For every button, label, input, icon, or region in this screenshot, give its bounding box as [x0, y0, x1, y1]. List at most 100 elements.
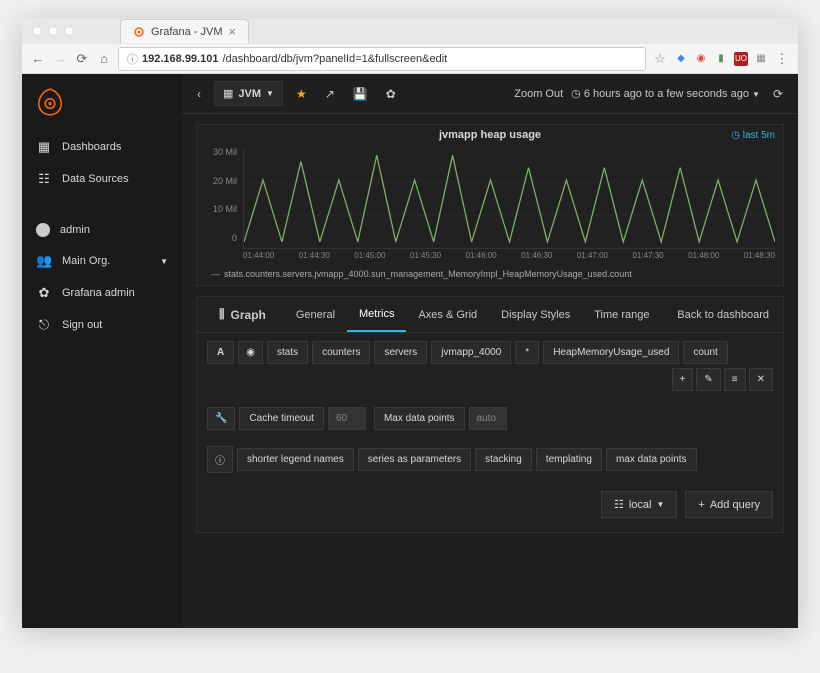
gear-icon: ✿: [36, 285, 52, 301]
query-seg[interactable]: HeapMemoryUsage_used: [543, 341, 679, 364]
grid-icon: ▦: [36, 139, 52, 155]
editor-tabs: ⫼ Graph General Metrics Axes & Grid Disp…: [197, 297, 783, 333]
ext-icon-5[interactable]: ▦: [754, 52, 768, 66]
query-seg[interactable]: jvmapp_4000: [431, 341, 511, 364]
database-icon: ☷: [36, 171, 52, 187]
sidebar-item-label: Dashboards: [62, 141, 121, 153]
settings-icon[interactable]: ✿: [381, 83, 401, 105]
hint-link[interactable]: templating: [536, 448, 602, 471]
tab-axes[interactable]: Axes & Grid: [406, 299, 489, 331]
grid-icon: ▦: [223, 87, 233, 100]
chart-legend[interactable]: —stats.counters.servers.jvmapp_4000.sun_…: [197, 265, 783, 285]
traffic-close[interactable]: [32, 26, 42, 36]
refresh-icon[interactable]: ⟳: [768, 83, 788, 105]
datasource-picker[interactable]: ☷ local ▼: [601, 491, 677, 518]
hint-link[interactable]: shorter legend names: [237, 448, 354, 471]
sidebar-item-label: Main Org.: [62, 255, 110, 267]
url-host: 192.168.99.101: [142, 53, 218, 65]
time-range-label: 6 hours ago to a few seconds ago: [584, 88, 749, 100]
chart-panel: jvmapp heap usage ◷ last 5m 30 Mil20 Mil…: [196, 124, 784, 286]
panel-editor: ⫼ Graph General Metrics Axes & Grid Disp…: [196, 296, 784, 533]
tab-general[interactable]: General: [284, 299, 347, 331]
sidebar-item-admin[interactable]: admin: [22, 215, 182, 245]
query-letter[interactable]: A: [207, 341, 234, 364]
panel-time-link[interactable]: ◷ last 5m: [731, 130, 775, 141]
bars-icon: ⫼: [219, 307, 225, 322]
menu-icon[interactable]: ≡: [724, 368, 746, 391]
share-icon[interactable]: ↗: [320, 83, 340, 105]
save-icon[interactable]: 💾: [348, 83, 373, 105]
topbar: ‹ ▦ JVM ▼ ★ ↗ 💾 ✿ Zoom Out ◷ 6 hours ago…: [182, 74, 798, 114]
url-field[interactable]: ⓘ 192.168.99.101/dashboard/db/jvm?panelI…: [118, 47, 646, 71]
ext-icon-3[interactable]: ▮: [714, 52, 728, 66]
sidebar-item-label: Data Sources: [62, 173, 129, 185]
remove-icon[interactable]: ✕: [749, 368, 773, 391]
tab-metrics[interactable]: Metrics: [347, 298, 406, 332]
home-icon[interactable]: ⌂: [96, 51, 112, 66]
max-data-points-label: Max data points: [374, 407, 465, 430]
add-query-button[interactable]: + Add query: [685, 491, 773, 518]
info-icon: ⓘ: [127, 51, 138, 67]
hint-link[interactable]: series as parameters: [358, 448, 471, 471]
grafana-logo-icon[interactable]: [34, 86, 66, 118]
dashboard-picker[interactable]: ▦ JVM ▼: [214, 81, 283, 106]
sidebar-item-signout[interactable]: ⎋ Sign out: [22, 309, 182, 341]
back-icon[interactable]: ←: [30, 51, 46, 66]
chart-area[interactable]: 30 Mil20 Mil10 Mil0 01:44:0001:44:3001:4…: [197, 145, 783, 265]
tab-title: Grafana - JVM: [151, 26, 223, 38]
cache-timeout-input[interactable]: 60: [328, 407, 366, 430]
back-to-dashboard-link[interactable]: Back to dashboard: [673, 299, 773, 331]
sidebar-item-dashboards[interactable]: ▦ Dashboards: [22, 131, 182, 163]
query-seg[interactable]: servers: [374, 341, 427, 364]
ext-icon-2[interactable]: ◉: [694, 52, 708, 66]
hint-link[interactable]: stacking: [475, 448, 532, 471]
browser-tab[interactable]: Grafana - JVM ×: [120, 19, 249, 43]
x-axis: 01:44:0001:44:3001:45:0001:45:3001:46:00…: [243, 249, 775, 262]
wrench-icon[interactable]: 🔧: [207, 407, 235, 430]
plus-icon: +: [698, 499, 704, 511]
max-data-points-input[interactable]: auto: [469, 407, 507, 430]
info-icon: ⓘ: [207, 446, 233, 473]
hint-link[interactable]: max data points: [606, 448, 697, 471]
traffic-max[interactable]: [64, 26, 74, 36]
ext-icon-1[interactable]: ◆: [674, 52, 688, 66]
database-icon: ☷: [614, 498, 624, 511]
sidebar-item-label: Sign out: [62, 319, 102, 331]
time-range-picker[interactable]: ◷ 6 hours ago to a few seconds ago ▼: [571, 87, 760, 100]
close-icon[interactable]: ×: [229, 24, 237, 39]
sidebar: ▦ Dashboards ☷ Data Sources admin 👥 Main…: [22, 74, 182, 628]
panel-title: jvmapp heap usage: [439, 129, 541, 141]
chevron-down-icon: ▼: [656, 500, 664, 509]
sidebar-item-grafana-admin[interactable]: ✿ Grafana admin: [22, 277, 182, 309]
y-axis: 30 Mil20 Mil10 Mil0: [197, 145, 241, 245]
tab-display[interactable]: Display Styles: [489, 299, 582, 331]
zoom-out-button[interactable]: Zoom Out: [514, 88, 563, 100]
dashboard-name: JVM: [238, 88, 261, 100]
eye-icon[interactable]: ◉: [238, 341, 263, 364]
sidebar-item-org[interactable]: 👥 Main Org. ▼: [22, 245, 182, 277]
plus-icon[interactable]: +: [672, 368, 694, 391]
browser-title-bar: Grafana - JVM ×: [22, 18, 798, 44]
chevron-left-icon[interactable]: ‹: [192, 83, 206, 105]
query-seg[interactable]: stats: [267, 341, 308, 364]
query-seg[interactable]: *: [515, 341, 539, 364]
ext-icon-4[interactable]: UO: [734, 52, 748, 66]
traffic-min[interactable]: [48, 26, 58, 36]
menu-icon[interactable]: ⋮: [774, 51, 790, 67]
query-seg[interactable]: count: [683, 341, 727, 364]
query-seg[interactable]: counters: [312, 341, 370, 364]
chevron-down-icon: ▼: [160, 257, 168, 266]
address-bar: ← → ⟳ ⌂ ⓘ 192.168.99.101/dashboard/db/jv…: [22, 44, 798, 74]
query-row-a: A ◉ stats counters servers jvmapp_4000 *…: [197, 333, 783, 399]
star-icon[interactable]: ☆: [652, 51, 668, 67]
chart-line: [244, 149, 775, 248]
tab-timerange[interactable]: Time range: [582, 299, 661, 331]
editor-type[interactable]: ⫼ Graph: [207, 297, 284, 332]
forward-icon[interactable]: →: [52, 51, 68, 66]
users-icon: 👥: [36, 253, 52, 269]
star-icon[interactable]: ★: [291, 83, 312, 105]
reload-icon[interactable]: ⟳: [74, 51, 90, 67]
hints-row: ⓘ shorter legend names series as paramet…: [197, 438, 783, 481]
pencil-icon[interactable]: ✎: [696, 368, 720, 391]
sidebar-item-datasources[interactable]: ☷ Data Sources: [22, 163, 182, 195]
